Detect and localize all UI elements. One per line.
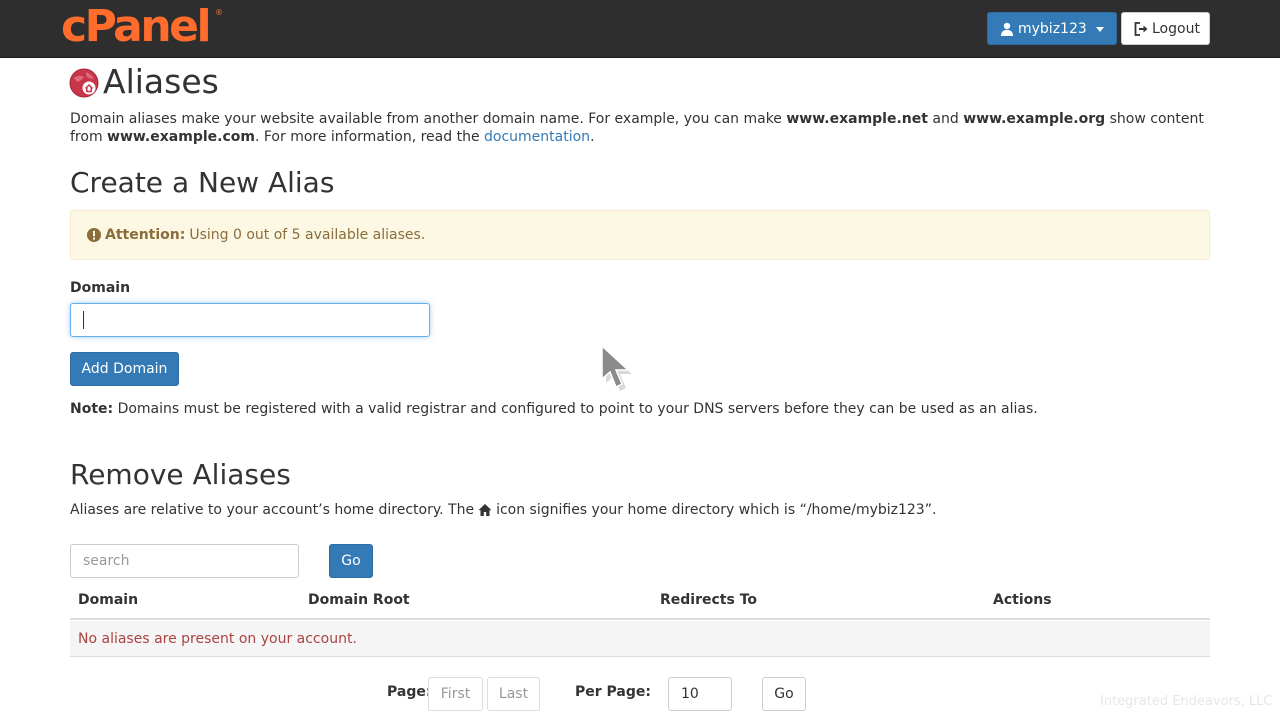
chevron-down-icon	[1096, 27, 1104, 32]
user-menu-button[interactable]: mybiz123	[987, 12, 1117, 45]
column-actions: Actions	[993, 592, 1052, 608]
per-page-go-button[interactable]: Go	[762, 677, 806, 711]
page-title: Aliases	[103, 62, 219, 101]
per-page-input[interactable]	[668, 677, 732, 711]
remove-aliases-heading: Remove Aliases	[70, 458, 291, 491]
text-caret	[83, 311, 84, 329]
example-org: www.example.org	[963, 111, 1106, 127]
last-page-button[interactable]: Last	[487, 677, 540, 711]
aliases-icon	[69, 68, 99, 98]
intro-text: Domain aliases make your website availab…	[70, 111, 1204, 145]
domain-label: Domain	[70, 280, 131, 296]
column-domain[interactable]: Domain	[78, 592, 138, 608]
example-net: www.example.net	[786, 111, 928, 127]
search-input[interactable]	[70, 544, 299, 578]
example-com: www.example.com	[107, 129, 255, 145]
user-menu-label: mybiz123	[1018, 20, 1087, 37]
registrar-note: Note: Domains must be registered with a …	[70, 401, 1038, 417]
page-label: Page:	[387, 684, 432, 700]
column-domain-root[interactable]: Domain Root	[308, 592, 410, 608]
logout-label: Logout	[1152, 20, 1200, 37]
documentation-link[interactable]: documentation	[484, 129, 590, 145]
top-navbar: cPanel ® mybiz123 Logout	[0, 0, 1280, 58]
home-directory-note: Aliases are relative to your account’s h…	[70, 502, 937, 518]
home-icon	[478, 504, 492, 516]
user-icon	[1001, 22, 1013, 36]
mouse-pointer-icon	[601, 344, 632, 391]
watermark: Integrated Endeavors, LLC	[1100, 694, 1273, 709]
attention-text: Using 0 out of 5 available aliases.	[189, 227, 426, 243]
logout-icon	[1134, 21, 1148, 36]
per-page-label: Per Page:	[575, 684, 651, 700]
empty-table-message: No aliases are present on your account.	[70, 621, 1210, 657]
domain-input[interactable]	[70, 303, 430, 337]
first-page-button[interactable]: First	[428, 677, 483, 711]
column-redirects-to[interactable]: Redirects To	[660, 592, 757, 608]
aliases-table-header: Domain Domain Root Redirects To Actions	[70, 586, 1210, 620]
add-domain-button[interactable]: Add Domain	[70, 352, 179, 386]
create-alias-heading: Create a New Alias	[70, 166, 335, 199]
attention-label: Attention:	[105, 227, 186, 243]
search-go-button[interactable]: Go	[329, 544, 373, 578]
attention-alert: Attention: Using 0 out of 5 available al…	[70, 210, 1210, 260]
exclamation-circle-icon	[87, 228, 101, 242]
cpanel-logo[interactable]: cPanel	[61, 2, 212, 52]
logout-button[interactable]: Logout	[1121, 12, 1210, 45]
registered-mark: ®	[215, 8, 223, 17]
